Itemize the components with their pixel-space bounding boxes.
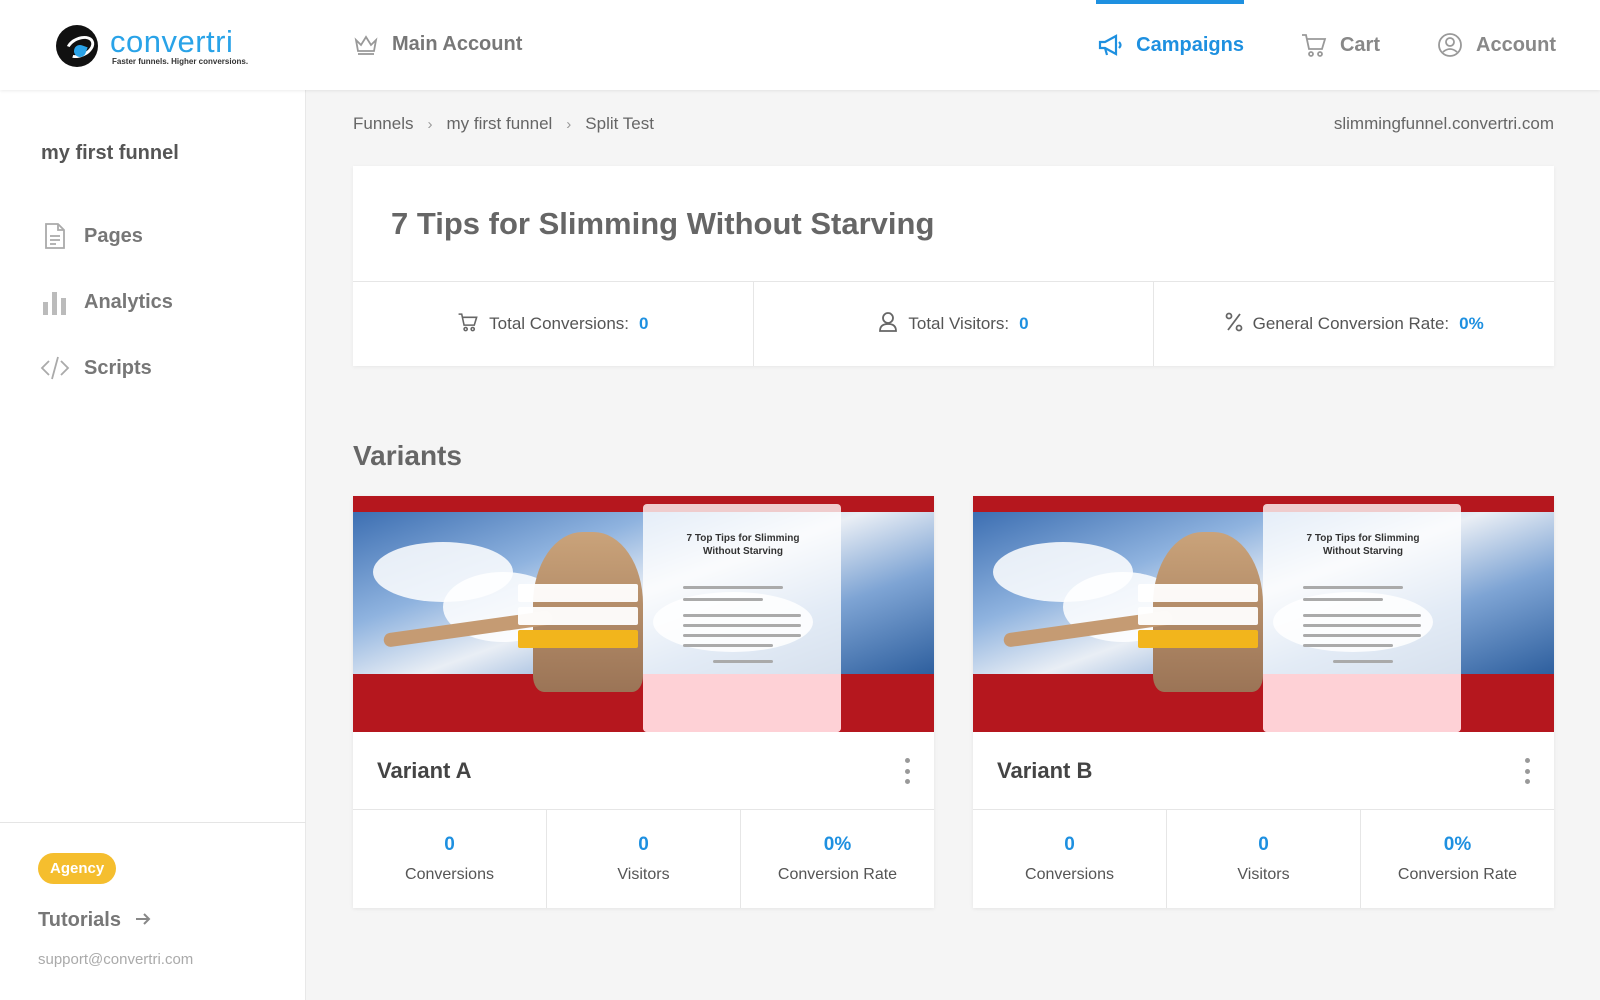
code-icon xyxy=(40,353,70,383)
nav-cart-label: Cart xyxy=(1339,33,1380,56)
variant-name: Variant B xyxy=(997,758,1093,783)
more-options-icon[interactable] xyxy=(902,758,912,784)
sidebar-footer: Agency Tutorials support@convertri.com xyxy=(0,822,306,1000)
summary-stats: Total Conversions: 0 Total Visitors: 0 G… xyxy=(353,281,1554,366)
conversion-rate-label: General Conversion Rate: xyxy=(1252,314,1450,333)
variant-thumbnail[interactable]: 7 Top Tips for Slimming Without Starving xyxy=(353,496,934,732)
brand-tagline: Faster funnels. Higher conversions. xyxy=(112,56,249,66)
variant-conversions: 0 Conversions xyxy=(353,810,547,908)
sidebar-item-analytics[interactable]: Analytics xyxy=(40,286,173,318)
conversions-value: 0 xyxy=(1064,834,1075,855)
conversion-rate-label: Conversion Rate xyxy=(777,866,898,883)
variant-header: Variant A xyxy=(353,732,934,810)
conversion-rate-value: 0% xyxy=(1459,314,1484,333)
tutorials-link[interactable]: Tutorials xyxy=(38,909,151,932)
breadcrumb: Funnels › my first funnel › Split Test xyxy=(353,114,654,134)
agency-badge: Agency xyxy=(38,853,117,884)
thumbnail-overlay: 7 Top Tips for Slimming Without Starving xyxy=(1263,504,1461,732)
brand-name: convertri xyxy=(110,23,234,59)
tutorials-label: Tutorials xyxy=(38,909,121,931)
bar-chart-icon xyxy=(40,287,70,317)
variant-conversion-rate: 0% Conversion Rate xyxy=(741,810,934,908)
variant-header: Variant B xyxy=(973,732,1554,810)
total-visitors: Total Visitors: 0 xyxy=(754,282,1155,366)
sidebar-item-scripts[interactable]: Scripts xyxy=(40,352,173,384)
variant-stats: 0 Conversions 0 Visitors 0% Conversion R… xyxy=(353,810,934,908)
split-test-summary: 7 Tips for Slimming Without Starving Tot… xyxy=(353,166,1554,366)
total-visitors-label: Total Visitors: xyxy=(908,314,1010,333)
chevron-right-icon: › xyxy=(427,115,433,133)
top-nav: Campaigns Cart Account xyxy=(1096,0,1556,90)
document-icon xyxy=(40,221,70,251)
funnel-name: my first funnel xyxy=(41,142,179,164)
thumbnail-heading: 7 Top Tips for Slimming Without Starving xyxy=(686,533,800,557)
variant-visitors: 0 Visitors xyxy=(547,810,741,908)
conversions-value: 0 xyxy=(444,834,455,855)
nav-cart[interactable]: Cart xyxy=(1300,0,1380,90)
chevron-right-icon: › xyxy=(566,115,572,133)
sidebar-item-label: Scripts xyxy=(84,356,152,379)
support-email[interactable]: support@convertri.com xyxy=(38,951,193,968)
conversion-rate-label: Conversion Rate xyxy=(1397,866,1518,883)
top-bar: convertri Faster funnels. Higher convers… xyxy=(0,0,1600,90)
breadcrumb-funnel[interactable]: my first funnel xyxy=(446,114,552,134)
variant-conversion-rate: 0% Conversion Rate xyxy=(1361,810,1554,908)
conversion-rate-value: 0% xyxy=(1443,834,1472,855)
nav-account[interactable]: Account xyxy=(1436,0,1556,90)
main-account-link[interactable]: Main Account xyxy=(352,30,522,58)
total-conversions-value: 0 xyxy=(639,314,649,333)
total-conversions-label: Total Conversions: xyxy=(489,314,630,333)
variant-name: Variant A xyxy=(377,758,472,783)
variant-conversions: 0 Conversions xyxy=(973,810,1167,908)
page-title: 7 Tips for Slimming Without Starving xyxy=(391,206,935,241)
thumbnail-heading: 7 Top Tips for Slimming Without Starving xyxy=(1306,533,1420,557)
breadcrumb-split-test: Split Test xyxy=(585,114,654,133)
nav-account-label: Account xyxy=(1476,33,1556,56)
total-conversions: Total Conversions: 0 xyxy=(353,282,754,366)
general-conversion-rate: General Conversion Rate: 0% xyxy=(1154,282,1554,366)
visitors-value: 0 xyxy=(638,834,649,855)
cart-icon xyxy=(1300,31,1328,59)
sidebar-item-label: Analytics xyxy=(84,290,173,313)
conversion-rate-value: 0% xyxy=(823,834,852,855)
sidebar-menu: Pages Analytics Scripts xyxy=(40,220,173,384)
logo-text: convertri Faster funnels. Higher convers… xyxy=(110,23,249,66)
logo-mark-icon xyxy=(56,25,98,67)
user-icon xyxy=(878,311,898,338)
funnel-domain[interactable]: slimmingfunnel.convertri.com xyxy=(1334,114,1554,134)
crown-icon xyxy=(352,30,380,58)
thumbnail-overlay: 7 Top Tips for Slimming Without Starving xyxy=(643,504,841,732)
visitors-value: 0 xyxy=(1258,834,1269,855)
variant-stats: 0 Conversions 0 Visitors 0% Conversion R… xyxy=(973,810,1554,908)
sidebar-item-label: Pages xyxy=(84,224,143,247)
convertri-logo[interactable]: convertri Faster funnels. Higher convers… xyxy=(56,24,248,68)
sidebar: my first funnel Pages Analytics Scripts … xyxy=(0,90,306,1000)
visitors-label: Visitors xyxy=(1237,866,1290,883)
thumbnail-form xyxy=(1138,584,1258,654)
nav-campaigns[interactable]: Campaigns xyxy=(1096,0,1244,90)
breadcrumb-funnels[interactable]: Funnels xyxy=(353,114,413,134)
variant-card-b[interactable]: 7 Top Tips for Slimming Without Starving… xyxy=(973,496,1554,908)
arrow-right-icon xyxy=(135,909,151,932)
cart-icon xyxy=(457,311,479,338)
variant-card-a[interactable]: 7 Top Tips for Slimming Without Starving… xyxy=(353,496,934,908)
variant-visitors: 0 Visitors xyxy=(1167,810,1361,908)
megaphone-icon xyxy=(1096,31,1124,59)
main-account-label: Main Account xyxy=(392,32,523,55)
thumbnail-form xyxy=(518,584,638,654)
total-visitors-value: 0 xyxy=(1019,314,1029,333)
variant-thumbnail[interactable]: 7 Top Tips for Slimming Without Starving xyxy=(973,496,1554,732)
more-options-icon[interactable] xyxy=(1522,758,1532,784)
conversions-label: Conversions xyxy=(405,866,494,883)
conversions-label: Conversions xyxy=(1025,866,1114,883)
user-circle-icon xyxy=(1436,31,1464,59)
visitors-label: Visitors xyxy=(617,866,670,883)
variants-heading: Variants xyxy=(353,440,462,471)
percent-icon xyxy=(1225,312,1243,337)
sidebar-item-pages[interactable]: Pages xyxy=(40,220,173,252)
nav-campaigns-label: Campaigns xyxy=(1136,33,1244,56)
